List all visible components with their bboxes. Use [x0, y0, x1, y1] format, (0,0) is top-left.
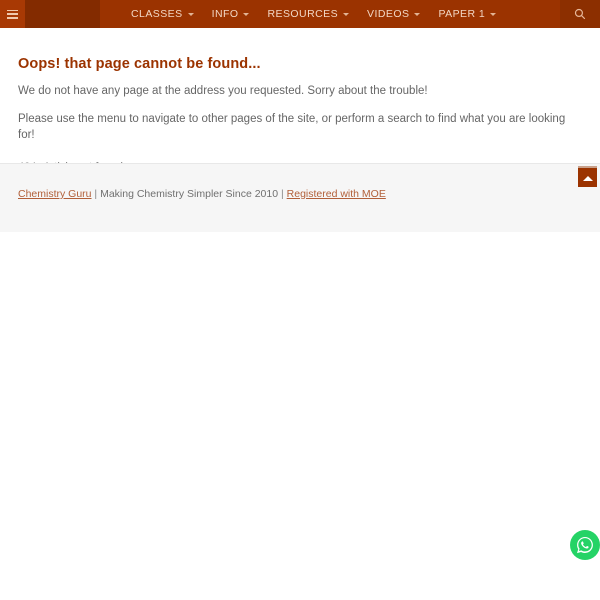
hamburger-line [7, 13, 18, 15]
hamburger-menu-icon [7, 9, 18, 19]
site-footer: Chemistry Guru | Making Chemistry Simple… [0, 163, 600, 232]
site-logo-block[interactable] [25, 0, 100, 28]
nav-item-resources[interactable]: RESOURCES [258, 0, 358, 28]
chevron-up-icon [582, 175, 593, 181]
nav-item-info[interactable]: INFO [203, 0, 259, 28]
nav-item-label: PAPER 1 [438, 7, 486, 20]
nav-item-paper-1[interactable]: PAPER 1 [429, 0, 505, 28]
hamburger-line [7, 9, 18, 11]
main-content: Oops! that page cannot be found... We do… [0, 28, 600, 183]
footer-credit-line: Chemistry Guru | Making Chemistry Simple… [0, 164, 600, 200]
chevron-down-icon [243, 12, 250, 16]
nav-item-label: VIDEOS [367, 7, 410, 20]
chevron-down-icon [414, 12, 421, 16]
page-title: Oops! that page cannot be found... [18, 56, 261, 72]
scroll-to-top-button[interactable] [578, 166, 597, 187]
whatsapp-chat-button[interactable] [570, 530, 600, 560]
search-button[interactable] [560, 0, 600, 28]
chevron-down-icon [343, 12, 350, 16]
nav-item-classes[interactable]: CLASSES [122, 0, 203, 28]
error-paragraph-2: Please use the menu to navigate to other… [18, 112, 566, 142]
nav-item-videos[interactable]: VIDEOS [358, 0, 429, 28]
nav-item-label: CLASSES [131, 7, 183, 20]
chevron-down-icon [490, 12, 497, 16]
nav-menu: CLASSES INFO RESOURCES VIDEOS PAPER 1 [122, 0, 560, 28]
content-container: Oops! that page cannot be found... We do… [0, 28, 600, 183]
footer-separator: | [278, 188, 287, 200]
chevron-down-icon [187, 12, 194, 16]
footer-link-registered-with-moe[interactable]: Registered with MOE [287, 188, 386, 200]
whatsapp-icon [577, 537, 593, 554]
top-navigation-bar: CLASSES INFO RESOURCES VIDEOS PAPER 1 [0, 0, 600, 28]
search-icon [574, 8, 586, 20]
hamburger-menu-button[interactable] [0, 0, 25, 28]
nav-item-label: INFO [211, 7, 239, 20]
nav-item-label: RESOURCES [267, 7, 339, 20]
hamburger-line [7, 17, 18, 19]
footer-tagline: Making Chemistry Simpler Since 2010 [100, 188, 279, 200]
footer-separator: | [91, 188, 101, 200]
error-paragraph-1: We do not have any page at the address y… [18, 85, 428, 97]
footer-link-chemistry-guru[interactable]: Chemistry Guru [18, 188, 92, 200]
